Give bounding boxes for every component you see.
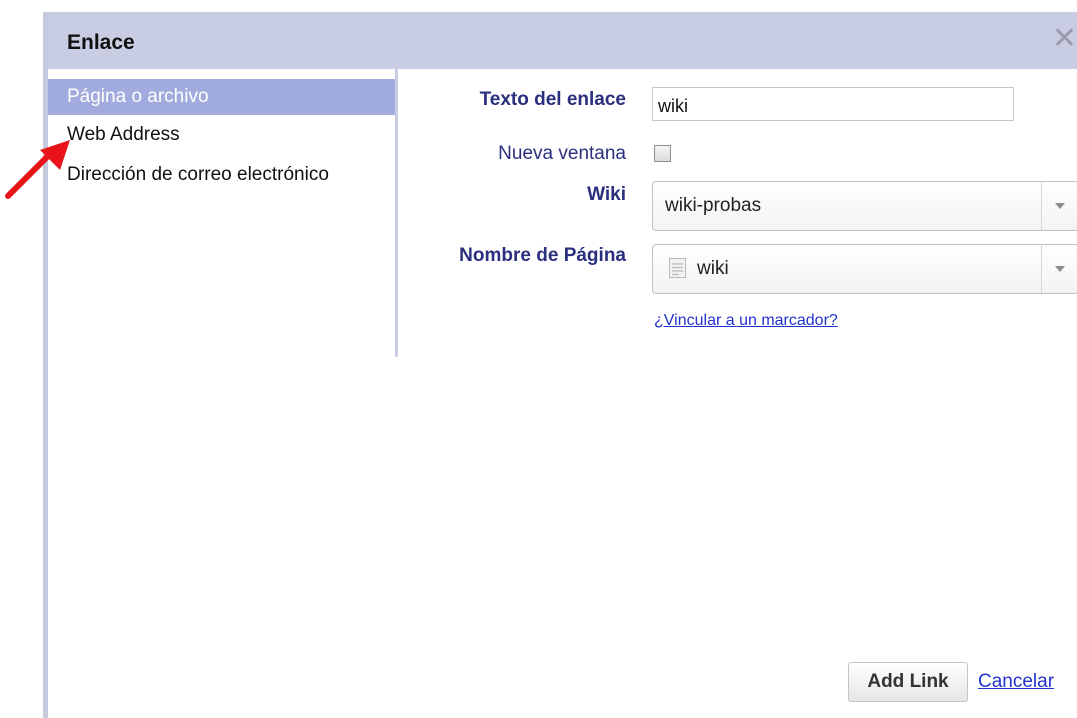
wiki-select[interactable]: wiki-probas [652, 181, 1077, 231]
close-icon[interactable]: ✕ [1052, 24, 1077, 54]
new-window-checkbox[interactable] [654, 145, 671, 162]
wiki-select-value: wiki-probas [665, 195, 762, 216]
nav-item-email-address[interactable]: Dirección de correo electrónico [48, 157, 395, 193]
link-text-input[interactable] [652, 87, 1014, 121]
dialog-titlebar: Enlace ✕ [48, 12, 1077, 69]
wiki-label: Wiki [587, 184, 626, 205]
cancel-link[interactable]: Cancelar [978, 671, 1054, 693]
chevron-down-icon [1055, 266, 1065, 272]
link-to-bookmark-link[interactable]: ¿Vincular a un marcador? [654, 312, 838, 330]
dialog-title: Enlace [67, 31, 135, 54]
new-window-label: Nueva ventana [498, 143, 626, 164]
link-text-label: Texto del enlace [479, 89, 626, 110]
link-type-nav: Página o archivo Web Address Dirección d… [48, 69, 398, 357]
wiki-select-arrow [1041, 182, 1077, 230]
link-dialog: Enlace ✕ Página o archivo Web Address Di… [43, 12, 1077, 718]
page-name-select-value: wiki [697, 258, 729, 279]
add-link-button[interactable]: Add Link [848, 662, 968, 702]
nav-item-web-address[interactable]: Web Address [48, 117, 395, 153]
red-arrow-icon [5, 140, 70, 199]
nav-item-page-or-file[interactable]: Página o archivo [48, 79, 395, 115]
document-icon [669, 258, 686, 278]
page-name-select[interactable]: wiki [652, 244, 1077, 294]
chevron-down-icon [1055, 203, 1065, 209]
page-name-select-arrow [1041, 245, 1077, 293]
page-name-label: Nombre de Página [459, 245, 626, 266]
